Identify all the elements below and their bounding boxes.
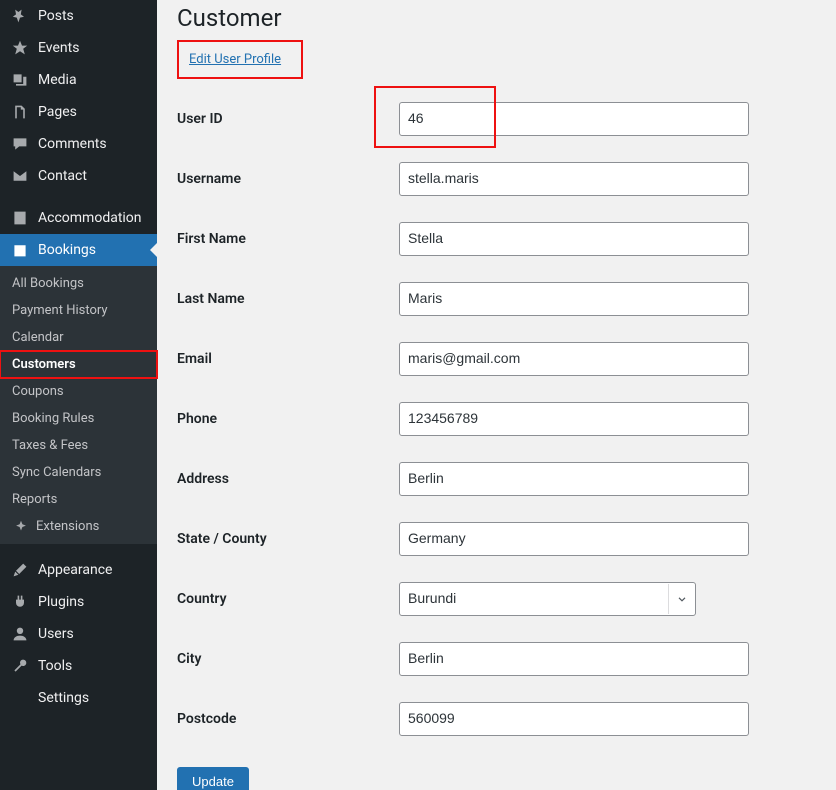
row-city: City (177, 629, 816, 689)
calendar-icon (10, 242, 30, 258)
media-icon (10, 72, 30, 88)
input-username[interactable] (399, 162, 749, 196)
star-icon (10, 40, 30, 56)
sidebar-item-label: Comments (38, 136, 107, 152)
sidebar-item-pages[interactable]: Pages (0, 96, 157, 128)
page-icon (10, 104, 30, 120)
label-email: Email (177, 351, 399, 367)
sidebar-item-contact[interactable]: Contact (0, 160, 157, 192)
label-last-name: Last Name (177, 291, 399, 307)
input-city[interactable] (399, 642, 749, 676)
sidebar-item-label: Events (38, 40, 79, 56)
label-country: Country (177, 591, 399, 607)
row-phone: Phone (177, 389, 816, 449)
user-icon (10, 626, 30, 642)
admin-sidebar: Posts Events Media Pages Comments Contac… (0, 0, 157, 790)
pushpin-icon (10, 8, 30, 24)
row-state: State / County (177, 509, 816, 569)
row-username: Username (177, 149, 816, 209)
sidebar-item-label: Media (38, 72, 77, 88)
submenu-item-all-bookings[interactable]: All Bookings (0, 270, 157, 297)
sidebar-item-appearance[interactable]: Appearance (0, 554, 157, 586)
row-country: Country Burundi (177, 569, 816, 629)
input-address[interactable] (399, 462, 749, 496)
label-state: State / County (177, 531, 399, 547)
sidebar-item-plugins[interactable]: Plugins (0, 586, 157, 618)
sidebar-item-tools[interactable]: Tools (0, 650, 157, 682)
sidebar-item-label: Posts (38, 8, 74, 24)
sparkle-icon (12, 520, 30, 534)
submenu-item-coupons[interactable]: Coupons (0, 378, 157, 405)
label-username: Username (177, 171, 399, 187)
row-user-id: User ID (177, 89, 816, 149)
sidebar-item-label: Plugins (38, 594, 84, 610)
sidebar-item-label: Appearance (38, 562, 112, 578)
sidebar-item-label: Settings (38, 690, 89, 706)
row-first-name: First Name (177, 209, 816, 269)
submenu-item-booking-rules[interactable]: Booking Rules (0, 405, 157, 432)
sidebar-item-users[interactable]: Users (0, 618, 157, 650)
page-title: Customer (177, 4, 816, 32)
wrench-icon (10, 658, 30, 674)
submenu-item-customers[interactable]: Customers (0, 351, 157, 378)
label-user-id: User ID (177, 111, 399, 127)
submenu-item-payment-history[interactable]: Payment History (0, 297, 157, 324)
submenu-item-calendar[interactable]: Calendar (0, 324, 157, 351)
row-last-name: Last Name (177, 269, 816, 329)
sidebar-item-comments[interactable]: Comments (0, 128, 157, 160)
submenu-item-sync-calendars[interactable]: Sync Calendars (0, 459, 157, 486)
input-last-name[interactable] (399, 282, 749, 316)
sidebar-item-accommodation[interactable]: Accommodation (0, 202, 157, 234)
sidebar-item-events[interactable]: Events (0, 32, 157, 64)
sidebar-item-label: Bookings (38, 242, 96, 258)
sliders-icon (10, 690, 30, 706)
comment-icon (10, 136, 30, 152)
submenu-item-reports[interactable]: Reports (0, 486, 157, 513)
main-content: Customer Edit User Profile User ID Usern… (157, 0, 836, 790)
row-email: Email (177, 329, 816, 389)
submenu-item-extensions[interactable]: Extensions (0, 513, 157, 540)
sidebar-item-media[interactable]: Media (0, 64, 157, 96)
label-phone: Phone (177, 411, 399, 427)
edit-user-profile-link[interactable]: Edit User Profile (189, 52, 281, 67)
submenu-item-label: Extensions (36, 519, 99, 534)
input-first-name[interactable] (399, 222, 749, 256)
sidebar-item-label: Tools (38, 658, 72, 674)
mail-icon (10, 168, 30, 184)
label-first-name: First Name (177, 231, 399, 247)
sidebar-item-label: Contact (38, 168, 87, 184)
edit-user-profile-wrap: Edit User Profile (177, 40, 303, 79)
building-icon (10, 210, 30, 226)
input-state[interactable] (399, 522, 749, 556)
plug-icon (10, 594, 30, 610)
brush-icon (10, 562, 30, 578)
select-country[interactable]: Burundi (399, 582, 696, 616)
sidebar-item-label: Accommodation (38, 210, 142, 226)
input-user-id[interactable] (399, 102, 749, 136)
sidebar-item-bookings[interactable]: Bookings (0, 234, 157, 266)
label-city: City (177, 651, 399, 667)
label-postcode: Postcode (177, 711, 399, 727)
row-address: Address (177, 449, 816, 509)
bookings-submenu: All Bookings Payment History Calendar Cu… (0, 266, 157, 544)
input-postcode[interactable] (399, 702, 749, 736)
sidebar-item-label: Users (38, 626, 74, 642)
update-button[interactable]: Update (177, 767, 249, 790)
input-email[interactable] (399, 342, 749, 376)
sidebar-item-settings[interactable]: Settings (0, 682, 157, 714)
label-address: Address (177, 471, 399, 487)
sidebar-item-posts[interactable]: Posts (0, 0, 157, 32)
row-postcode: Postcode (177, 689, 816, 749)
input-phone[interactable] (399, 402, 749, 436)
submenu-item-taxes-fees[interactable]: Taxes & Fees (0, 432, 157, 459)
sidebar-item-label: Pages (38, 104, 77, 120)
